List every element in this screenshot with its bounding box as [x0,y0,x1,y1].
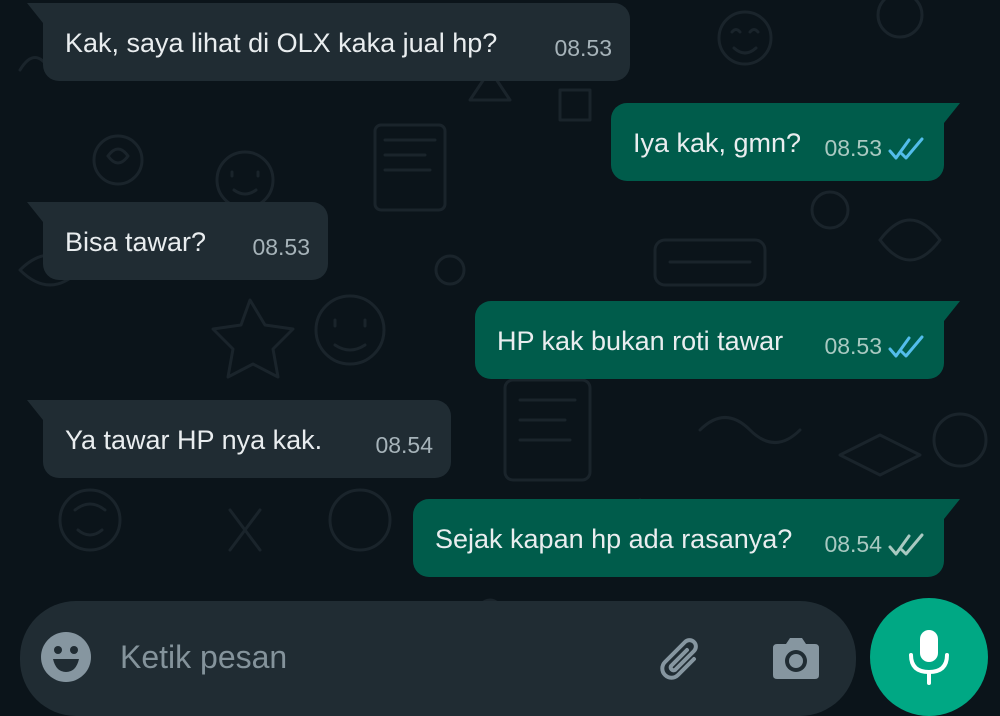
attach-button[interactable] [654,631,710,687]
message-bubble-outgoing[interactable]: Sejak kapan hp ada rasanya? 08.54 [413,499,960,577]
message-text: Kak, saya lihat di OLX kaka jual hp? [65,28,498,58]
message-meta: 08.53 [252,234,310,261]
message-input[interactable] [120,631,640,683]
paperclip-icon [660,638,698,680]
message-composer [20,601,856,716]
message-time: 08.53 [824,333,882,359]
message-meta: 08.53 [554,35,612,62]
message-bubble-outgoing[interactable]: Iya kak, gmn? 08.53 [611,103,960,181]
message-time: 08.53 [824,135,882,161]
double-check-read-icon [888,335,924,357]
camera-icon [773,638,819,679]
message-meta: 08.54 [375,432,433,459]
message-time: 08.53 [252,234,310,260]
message-bubble-incoming[interactable]: Bisa tawar? 08.53 [27,202,328,280]
double-check-delivered-icon [888,533,924,555]
message-time: 08.53 [554,35,612,61]
double-check-read-icon [888,137,924,159]
microphone-icon [909,630,949,685]
message-meta: 08.53 [824,135,926,162]
emoji-button[interactable] [40,631,92,683]
message-text: Iya kak, gmn? [633,128,802,158]
message-meta: 08.54 [824,531,926,558]
message-text: HP kak bukan roti tawar [497,326,784,356]
message-bubble-incoming[interactable]: Kak, saya lihat di OLX kaka jual hp? 08.… [27,3,630,81]
voice-message-button[interactable] [870,598,988,716]
emoji-icon [41,632,91,682]
message-time: 08.54 [375,432,433,458]
message-text: Bisa tawar? [65,227,207,257]
message-text: Sejak kapan hp ada rasanya? [435,524,793,554]
message-bubble-outgoing[interactable]: HP kak bukan roti tawar 08.53 [475,301,960,379]
camera-button[interactable] [768,633,824,685]
message-meta: 08.53 [824,333,926,360]
message-time: 08.54 [824,531,882,557]
message-text: Ya tawar HP nya kak. [65,425,323,455]
message-bubble-incoming[interactable]: Ya tawar HP nya kak. 08.54 [27,400,451,478]
